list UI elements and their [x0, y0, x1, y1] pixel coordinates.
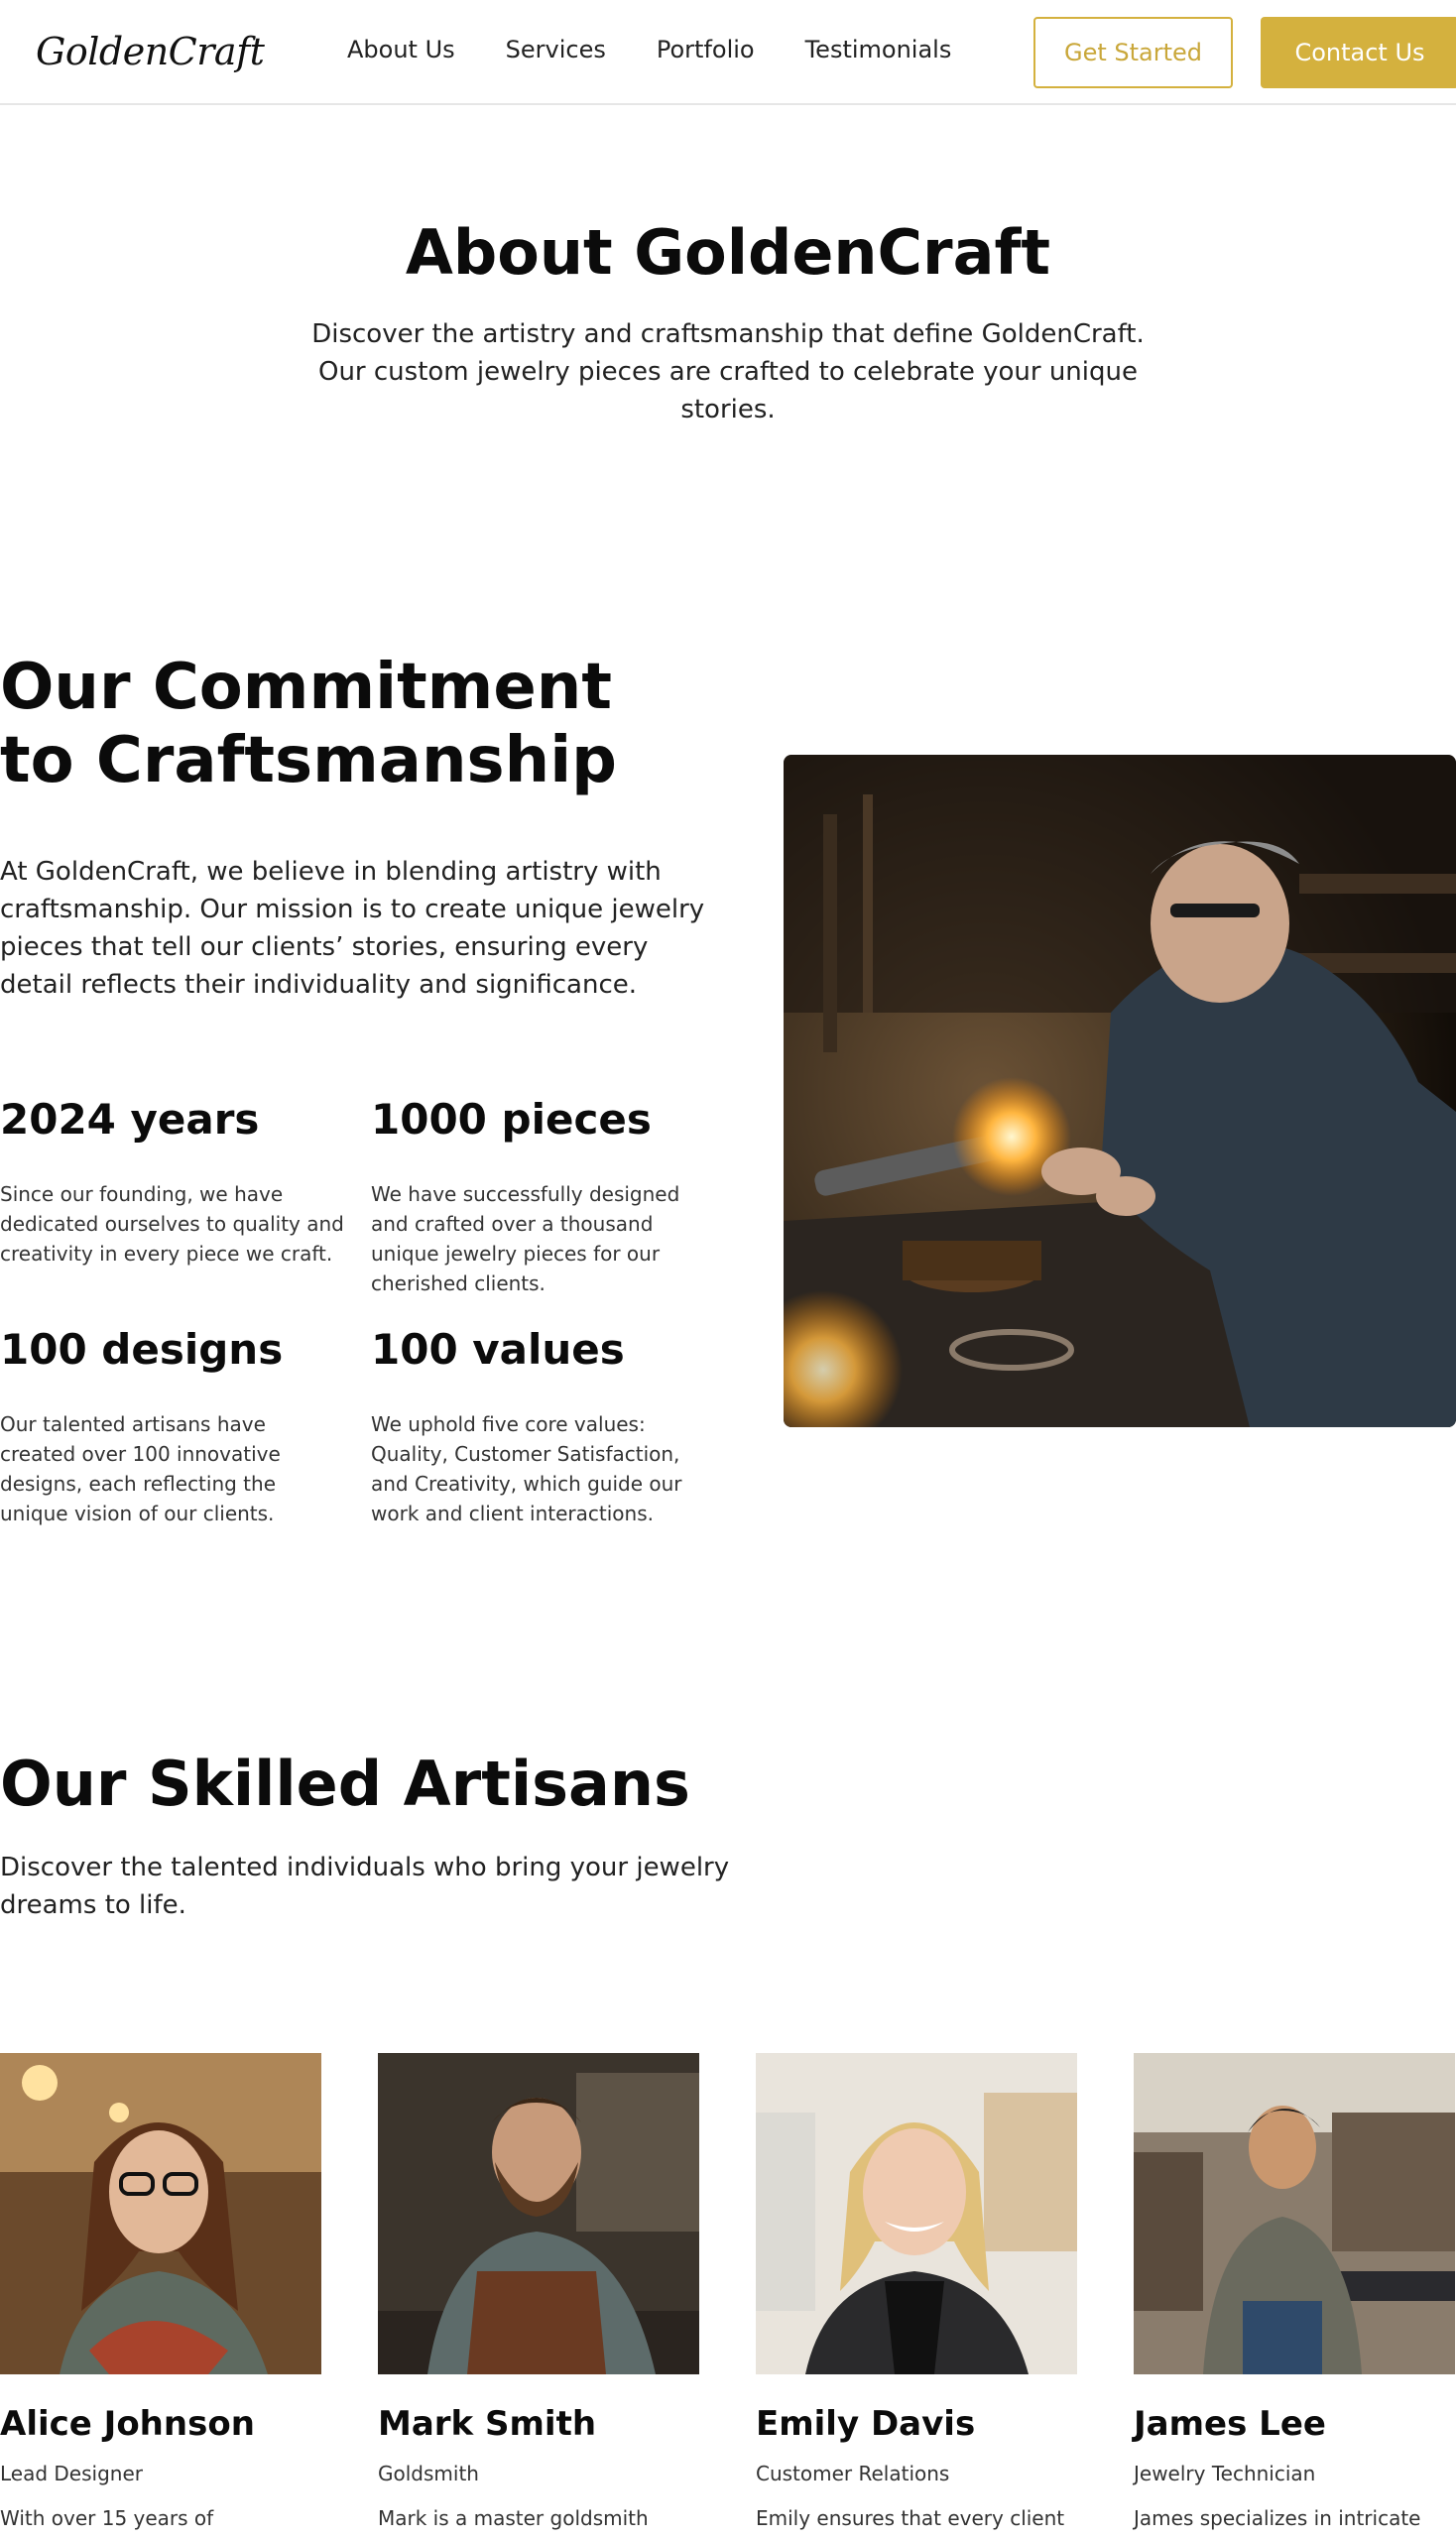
artisan-bio: Mark is a master goldsmith: [378, 2506, 649, 2530]
nav-services[interactable]: Services: [506, 36, 606, 63]
stat-value: 2024 years: [0, 1095, 260, 1144]
artisan-role: Jewelry Technician: [1134, 2462, 1316, 2485]
artisan-role: Customer Relations: [756, 2462, 950, 2485]
nav-portfolio[interactable]: Portfolio: [657, 36, 755, 63]
artisans-title: Our Skilled Artisans: [0, 1748, 690, 1820]
stat-designs: 100 designs Our talented artisans have c…: [0, 1325, 347, 1528]
artisan-photo: [1134, 2053, 1455, 2374]
artisan-photo: [378, 2053, 699, 2374]
artisan-bio: James specializes in intricate: [1134, 2506, 1421, 2530]
artisan-bio: Emily ensures that every client: [756, 2506, 1065, 2530]
get-started-button[interactable]: Get Started: [1033, 17, 1233, 88]
commitment-title: Our Commitment to Craftsmanship: [0, 651, 617, 797]
artisan-name: Alice Johnson: [0, 2404, 255, 2444]
artisans-subtitle: Discover the talented individuals who br…: [0, 1853, 730, 1920]
nav-testimonials[interactable]: Testimonials: [805, 36, 952, 63]
artisan-role: Goldsmith: [378, 2462, 479, 2485]
stat-values: 100 values We uphold five core values: Q…: [371, 1325, 718, 1528]
artisan-name: Mark Smith: [378, 2404, 597, 2444]
workshop-image: [784, 755, 1456, 1427]
about-title: About GoldenCraft: [405, 216, 1051, 289]
stat-value: 1000 pieces: [371, 1095, 652, 1144]
stat-text: Since our founding, we have dedicated ou…: [0, 1182, 344, 1266]
artisan-card: James Lee Jewelry Technician James speci…: [1134, 2053, 1455, 2533]
commitment-text: At GoldenCraft, we believe in blending a…: [0, 857, 705, 1000]
artisan-name: James Lee: [1134, 2404, 1326, 2444]
contact-us-button[interactable]: Contact Us: [1261, 17, 1456, 88]
logo[interactable]: GoldenCraft: [36, 30, 265, 73]
stat-pieces: 1000 pieces We have successfully designe…: [371, 1095, 718, 1298]
artisan-card: Alice Johnson Lead Designer With over 15…: [0, 2053, 321, 2539]
stat-value: 100 designs: [0, 1325, 284, 1374]
stat-text: We uphold five core values: Quality, Cus…: [371, 1412, 682, 1525]
artisan-photo: [756, 2053, 1077, 2374]
artisan-card: Emily Davis Customer Relations Emily ens…: [756, 2053, 1077, 2533]
stat-text: We have successfully designed and crafte…: [371, 1182, 680, 1295]
artisan-role: Lead Designer: [0, 2462, 143, 2485]
artisan-card: Mark Smith Goldsmith Mark is a master go…: [378, 2053, 699, 2533]
stat-text: Our talented artisans have created over …: [0, 1412, 281, 1525]
main-nav: About Us Services Portfolio Testimonials: [347, 36, 951, 63]
nav-about-us[interactable]: About Us: [347, 36, 455, 63]
artisan-name: Emily Davis: [756, 2404, 976, 2444]
stat-value: 100 values: [371, 1325, 625, 1374]
artisan-bio: With over 15 years of experience: [0, 2506, 214, 2539]
about-subtitle: Discover the artistry and craftsmanship …: [311, 319, 1145, 424]
artisan-photo: [0, 2053, 321, 2374]
site-header: GoldenCraft About Us Services Portfolio …: [0, 0, 1456, 105]
stat-years: 2024 years Since our founding, we have d…: [0, 1095, 347, 1269]
